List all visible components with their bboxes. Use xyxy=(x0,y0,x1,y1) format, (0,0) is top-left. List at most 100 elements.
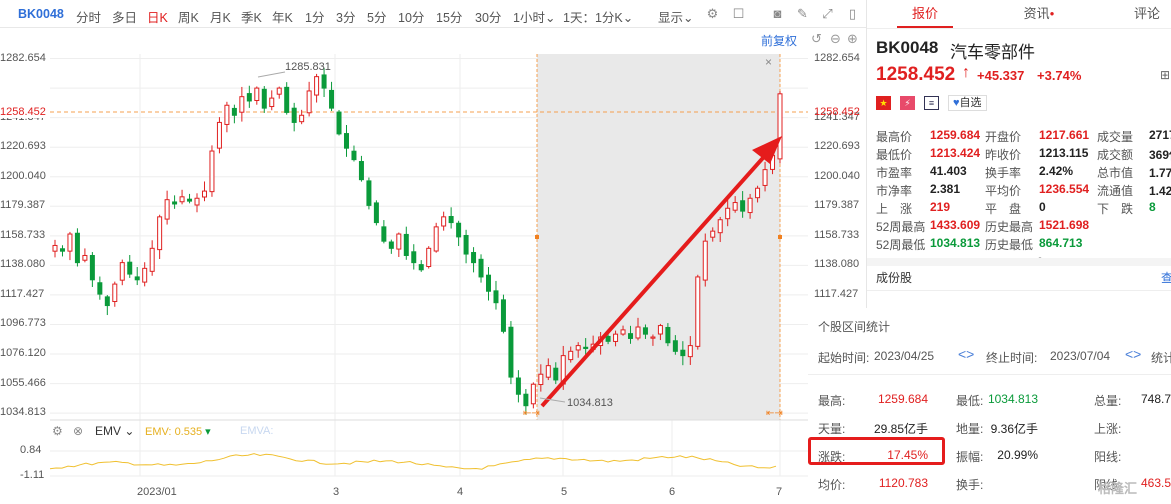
zoom-out-icon[interactable]: ⊖ xyxy=(830,31,841,47)
tab-comments[interactable]: 评论 xyxy=(1117,0,1171,28)
candle-body[interactable] xyxy=(418,264,424,271)
candle-body[interactable] xyxy=(119,262,125,281)
candle-body[interactable] xyxy=(538,373,544,386)
tab-quote[interactable]: 报价 xyxy=(885,0,965,28)
candle-body[interactable] xyxy=(172,201,178,205)
candle-body[interactable] xyxy=(613,333,619,342)
candle-body[interactable] xyxy=(254,87,260,102)
candle-body[interactable] xyxy=(403,233,409,256)
emv-indicator-name[interactable]: EMV ⌄ xyxy=(95,424,134,438)
candle-body[interactable] xyxy=(620,329,626,335)
period-tab-3min[interactable]: 3分 xyxy=(336,7,355,26)
candle-body[interactable] xyxy=(127,261,133,275)
candle-body[interactable] xyxy=(426,247,432,268)
stats-link[interactable]: 统计 xyxy=(1151,349,1171,366)
candle-body[interactable] xyxy=(441,216,447,227)
candle-body[interactable] xyxy=(104,296,110,307)
camera-icon[interactable]: ◙ xyxy=(770,6,785,21)
candle-body[interactable] xyxy=(224,104,230,125)
period-tab-30min[interactable]: 30分 xyxy=(475,7,501,26)
candle-body[interactable] xyxy=(231,107,237,116)
toolbar-code[interactable]: BK0048 xyxy=(18,7,64,21)
period-tab-multiday[interactable]: 多日 xyxy=(112,7,137,26)
lightning-icon[interactable]: ⚡ xyxy=(900,96,915,110)
candle-body[interactable] xyxy=(568,350,574,361)
period-tab-5min[interactable]: 5分 xyxy=(367,7,386,26)
candle-body[interactable] xyxy=(82,254,88,261)
add-watchlist-button[interactable]: ♥自选 xyxy=(948,95,987,111)
start-date[interactable]: 2023/04/25 xyxy=(874,349,934,363)
candle-body[interactable] xyxy=(583,346,589,349)
selection-left-arrows-icon[interactable]: ⇤⇥ xyxy=(523,408,540,419)
candle-body[interactable] xyxy=(194,197,200,206)
candle-body[interactable] xyxy=(740,200,746,212)
selection-region[interactable] xyxy=(537,54,780,420)
candle-body[interactable] xyxy=(680,349,686,357)
candle-body[interactable] xyxy=(747,197,753,214)
checkbox-icon[interactable]: ☐ xyxy=(731,6,746,21)
candle-body[interactable] xyxy=(478,258,484,278)
candle-body[interactable] xyxy=(97,282,103,295)
candle-body[interactable] xyxy=(261,88,267,109)
period-tab-monthly[interactable]: 月K xyxy=(210,7,231,26)
candle-body[interactable] xyxy=(358,161,364,181)
candle-body[interactable] xyxy=(381,226,387,242)
selection-right-handle[interactable] xyxy=(778,235,782,239)
candle-body[interactable] xyxy=(336,111,342,135)
candle-body[interactable] xyxy=(530,383,536,405)
candle-body[interactable] xyxy=(545,365,551,378)
period-tab-1min[interactable]: 1分 xyxy=(305,7,324,26)
period-tab-fenshi[interactable]: 分时 xyxy=(76,7,101,26)
end-date-stepper-icon[interactable]: <> xyxy=(1125,346,1141,362)
candle-body[interactable] xyxy=(351,150,357,161)
period-tab-10min[interactable]: 10分 xyxy=(398,7,424,26)
candle-body[interactable] xyxy=(665,326,671,344)
candle-body[interactable] xyxy=(628,333,634,339)
candle-body[interactable] xyxy=(291,107,297,123)
end-date[interactable]: 2023/07/04 xyxy=(1050,349,1110,363)
candle-body[interactable] xyxy=(67,233,73,252)
pen-icon[interactable]: ✎ xyxy=(795,6,810,21)
candle-body[interactable] xyxy=(486,274,492,292)
period-dropdown-hour[interactable]: 1小时⌄ xyxy=(513,7,555,26)
candle-body[interactable] xyxy=(112,283,118,303)
candle-body[interactable] xyxy=(732,202,738,211)
emv-settings-icon[interactable]: ⚙ xyxy=(52,424,63,438)
candle-body[interactable] xyxy=(366,180,372,206)
close-icon[interactable]: × xyxy=(765,55,772,69)
display-dropdown[interactable]: 显示⌄ xyxy=(658,7,694,26)
view-constituents-link[interactable]: 查 xyxy=(1161,269,1171,286)
candle-body[interactable] xyxy=(493,290,499,304)
candle-body[interactable] xyxy=(388,241,394,249)
candle-body[interactable] xyxy=(52,244,58,252)
candle-body[interactable] xyxy=(246,93,252,102)
kline-chart[interactable]: 1282.6541241.3471220.6931200.0401179.387… xyxy=(0,28,866,504)
candle-body[interactable] xyxy=(605,335,611,342)
candle-body[interactable] xyxy=(321,74,327,89)
candle-body[interactable] xyxy=(201,190,207,198)
restore-label[interactable]: 前复权 xyxy=(761,32,797,49)
candle-body[interactable] xyxy=(314,76,320,96)
start-date-stepper-icon[interactable]: <> xyxy=(958,346,974,362)
candle-body[interactable] xyxy=(456,222,462,238)
candle-body[interactable] xyxy=(755,187,761,199)
candle-body[interactable] xyxy=(500,299,506,332)
gear-icon[interactable]: ⚙ xyxy=(705,6,720,21)
candle-body[interactable] xyxy=(149,247,155,272)
candle-body[interactable] xyxy=(411,251,417,264)
candle-body[interactable] xyxy=(635,326,641,339)
period-tab-yearly[interactable]: 年K xyxy=(272,7,293,26)
candle-body[interactable] xyxy=(523,393,529,407)
candle-body[interactable] xyxy=(448,216,454,224)
candle-body[interactable] xyxy=(471,252,477,264)
candle-body[interactable] xyxy=(179,196,185,203)
candle-body[interactable] xyxy=(343,133,349,149)
grid-icon[interactable]: ⊞ xyxy=(1160,68,1170,82)
candle-body[interactable] xyxy=(209,150,215,193)
candle-body[interactable] xyxy=(89,254,95,281)
candle-body[interactable] xyxy=(695,276,701,347)
candle-body[interactable] xyxy=(433,226,439,252)
candle-body[interactable] xyxy=(299,114,305,123)
candle-body[interactable] xyxy=(396,233,402,250)
candle-body[interactable] xyxy=(373,202,379,224)
